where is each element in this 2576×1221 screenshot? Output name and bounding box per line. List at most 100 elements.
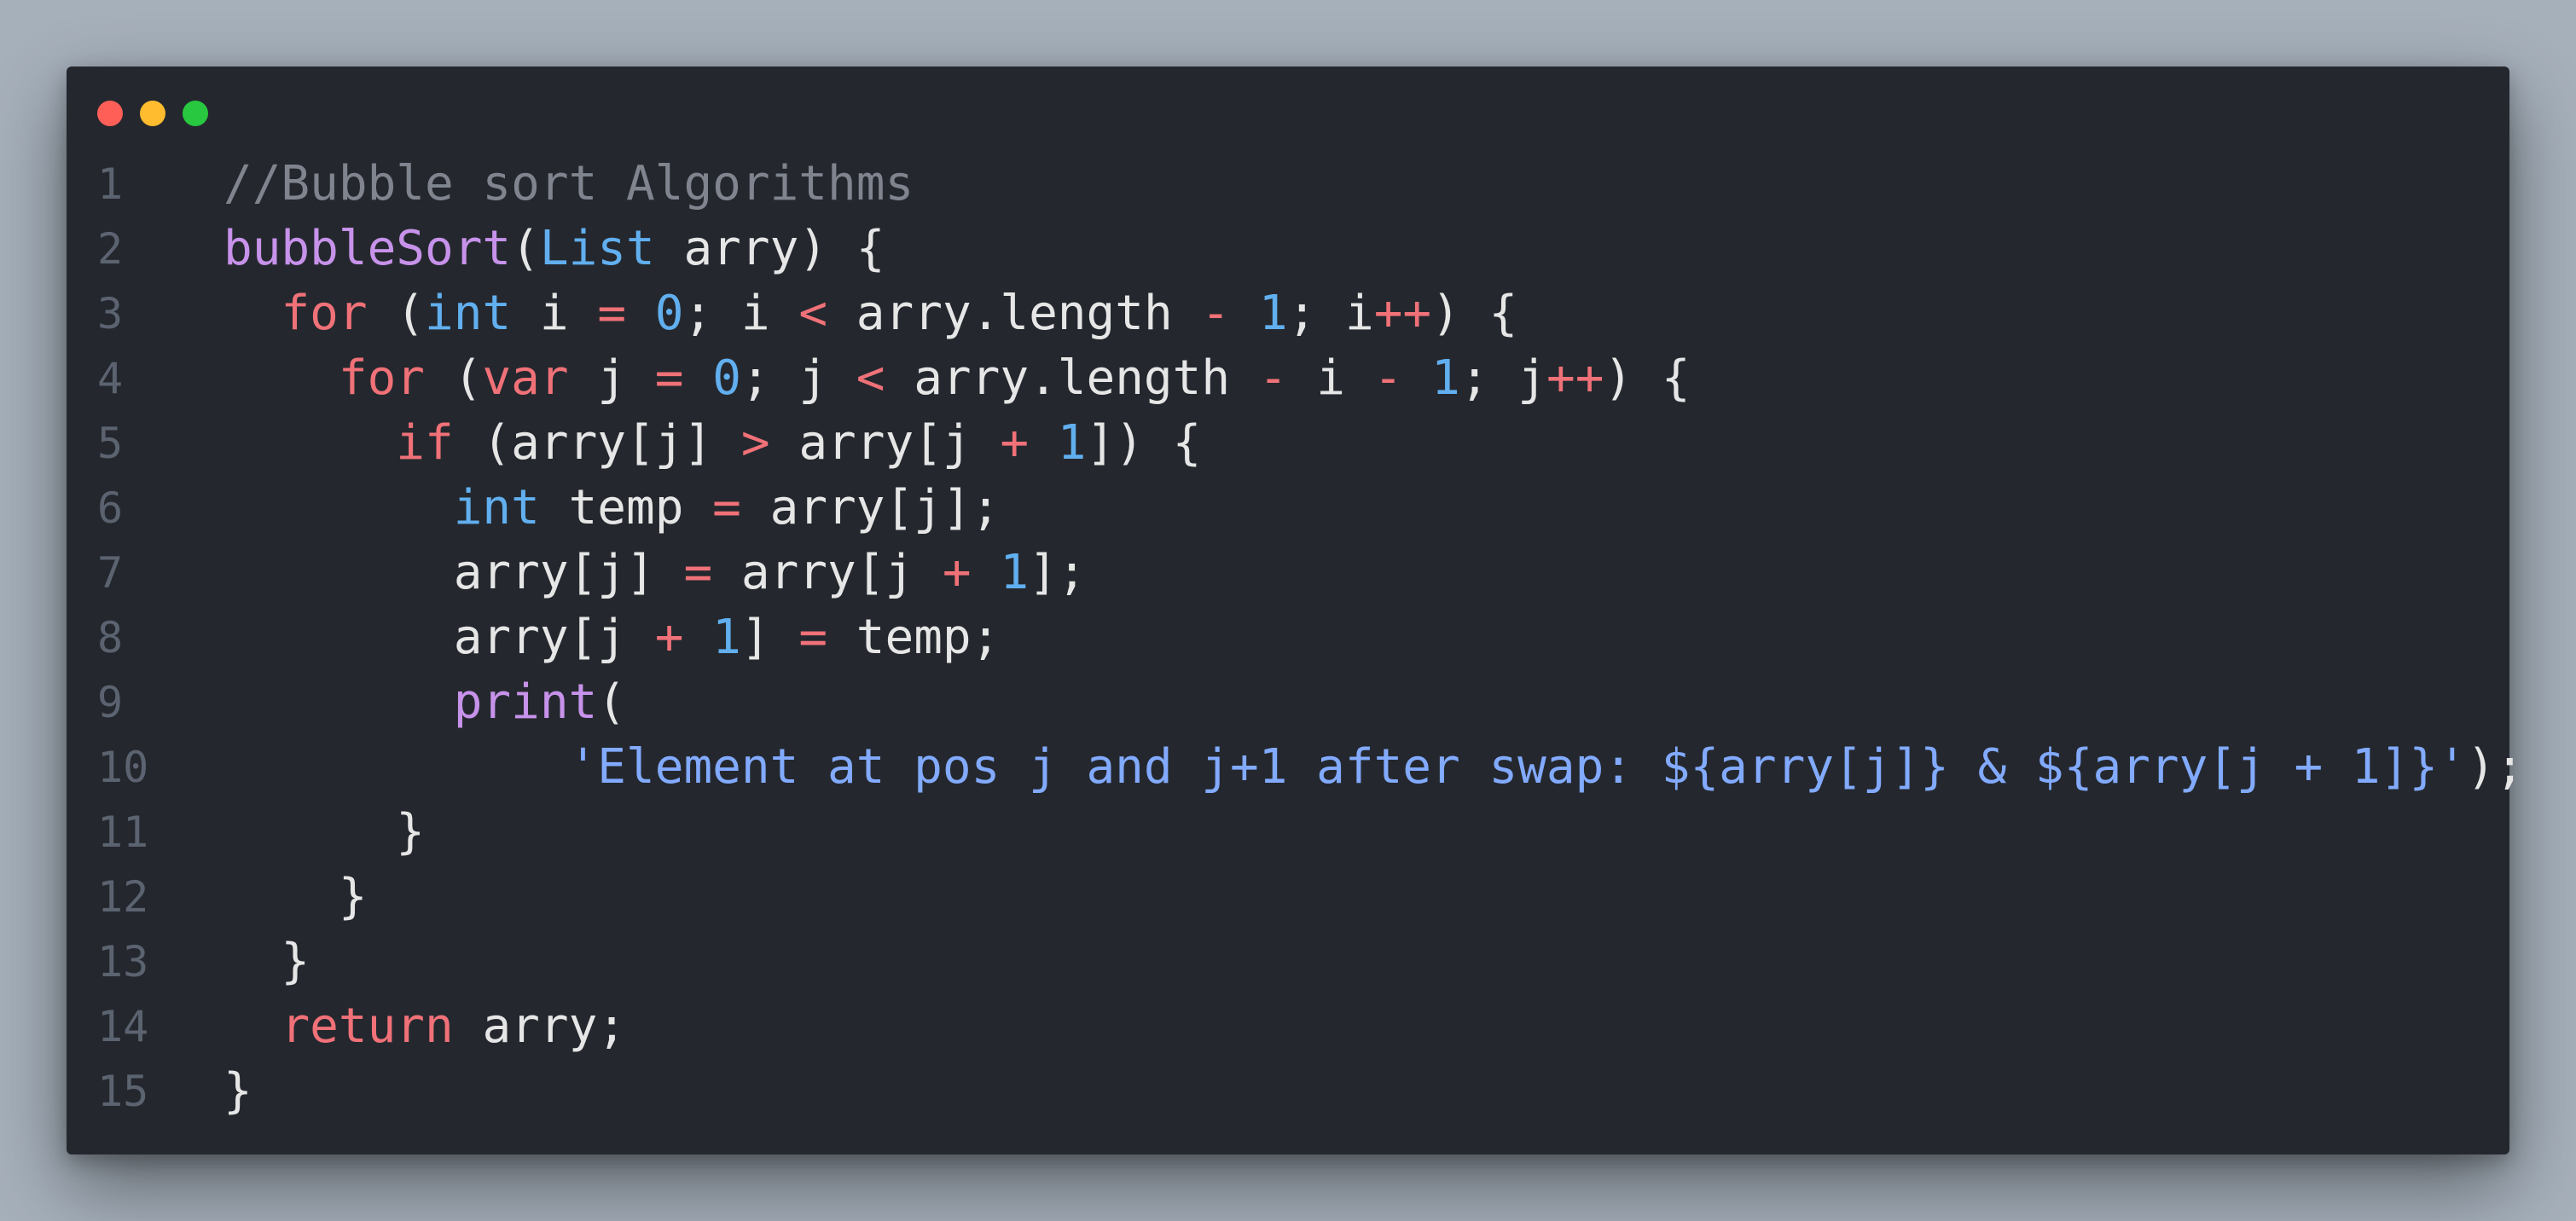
code-token-plain: } [223,1063,252,1119]
code-line: 12 } [97,865,2479,929]
line-number: 1 [97,159,124,209]
code-token-plain: ]) { [1086,415,1202,471]
code-token-plain: ; i [1287,286,1374,341]
code-token-keyword: - [1258,350,1288,406]
line-content: if (arry[j] > arry[j + 1]) { [223,411,1201,476]
code-token-keyword: + [942,545,972,600]
line-number: 7 [97,548,124,598]
close-dot[interactable] [97,101,123,126]
code-token-keyword: = [683,545,713,600]
code-token-plain: ; j [740,350,856,406]
code-token-keyword: = [712,480,741,535]
code-token-function: print [453,674,598,730]
code-token-plain: arry[j [769,415,1001,471]
line-number: 11 [97,807,149,857]
line-content: return arry; [223,994,626,1059]
code-editor[interactable]: 1//Bubble sort Algorithms 2 bubbleSort(Lis… [97,152,2524,1124]
code-token-plain: j [568,350,655,406]
line-number: 6 [97,483,124,533]
code-token-number: 1 [1000,545,1030,600]
code-token-plain: i [1287,350,1374,406]
code-line: 10 'Element at pos j and j+1 after swap:… [97,735,2524,800]
code-token-keyword: var [482,350,569,406]
code-line: 4 for (var j = 0; j < arry.length - i - … [97,346,2479,411]
code-token-keyword: + [654,610,684,665]
code-token-number: 1 [1258,286,1288,341]
code-token-number: 1 [1431,350,1460,406]
line-content: arry[j + 1] = temp; [223,605,1001,670]
code-token-plain: ( [597,674,627,730]
code-line: 1 //Bubble sort Algorithms [97,152,2479,217]
code-token-keyword: ++ [1546,350,1604,406]
code-token-plain: } [223,804,426,859]
code-token-type: int [453,480,540,535]
code-token-keyword: - [1201,286,1231,341]
code-token-type: int [425,286,512,341]
code-token-number: 1 [712,610,741,665]
line-content: arry[j] = arry[j + 1]; [223,541,1087,605]
code-token-keyword: < [798,286,828,341]
line-content: for (int i = 0; i < arry.length - 1; i++… [223,281,1517,346]
minimize-dot[interactable] [140,101,165,126]
code-token-plain: arry[j [223,610,655,665]
code-token-plain: ( [511,221,540,276]
code-line: 11 } [97,800,2479,865]
line-content: print( [223,670,626,735]
code-token-keyword: - [1373,350,1403,406]
code-token-plain: arry) { [654,221,885,276]
line-content: //Bubble sort Algorithms [223,152,914,217]
code-token-keyword: > [740,415,770,471]
line-number: 8 [97,613,124,663]
code-token-plain: ( [425,350,483,406]
code-token-plain: ) { [1604,350,1691,406]
code-token-function: bubbleSort [223,221,512,276]
code-token-plain: ; j [1459,350,1546,406]
line-content: } [223,1059,252,1124]
line-number: 4 [97,354,124,403]
maximize-dot[interactable] [183,101,208,126]
code-token-plain: temp [539,480,713,535]
line-content: } [223,929,310,994]
code-line: 14 return arry; [97,994,2479,1059]
line-number: 13 [97,937,149,987]
code-token-plain: ]; [1029,545,1087,600]
code-token-number: 0 [654,286,684,341]
code-token-keyword: = [597,286,627,341]
line-content: 'Element at pos j and j+1 after swap: ${… [223,735,2525,800]
code-token-string: 'Element at pos j and j+1 after swap: ${… [568,739,2467,795]
code-line: 8 arry[j + 1] = temp; [97,605,2479,670]
code-token-plain: arry[j] [223,545,684,600]
code-token-plain: arry; [453,998,627,1054]
line-number: 3 [97,289,124,339]
code-token-keyword: return [281,998,454,1054]
code-line: 9 print( [97,670,2479,735]
line-number: 5 [97,419,124,468]
code-token-keyword: for [338,350,426,406]
line-content: int temp = arry[j]; [223,476,1001,541]
code-token-plain: arry[j]; [740,480,1001,535]
code-token-plain: arry.length [827,286,1202,341]
line-number: 9 [97,678,124,727]
code-token-comment: //Bubble sort Algorithms [223,156,914,211]
code-window: 1//Bubble sort Algorithms 2 bubbleSort(Lis… [67,67,2524,1154]
code-token-keyword: for [281,286,368,341]
line-number: 14 [97,1002,149,1051]
line-content: for (var j = 0; j < arry.length - i - 1;… [223,346,1691,411]
code-token-plain: } [223,934,310,989]
code-token-plain: i [511,286,598,341]
line-content: } [223,865,368,929]
code-token-plain: ( [367,286,426,341]
